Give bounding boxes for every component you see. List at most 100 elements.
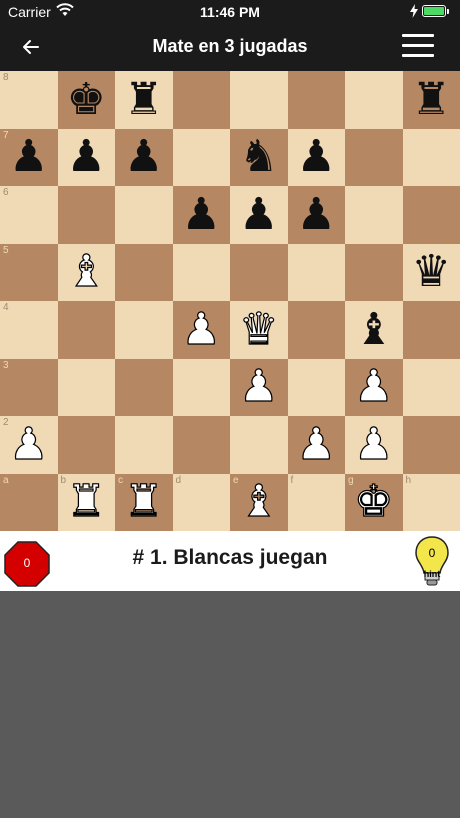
square-g5[interactable] bbox=[345, 243, 403, 301]
square-a2[interactable]: 2 ♟ bbox=[0, 416, 58, 474]
nav-bar: Mate en 3 jugadas bbox=[0, 24, 460, 71]
white-king-icon[interactable]: ♚ bbox=[353, 479, 394, 524]
square-e4[interactable]: ♛ bbox=[230, 301, 288, 359]
square-b4[interactable] bbox=[57, 301, 115, 359]
black-pawn-icon[interactable]: ♟ bbox=[297, 135, 336, 179]
white-bishop-icon[interactable]: ♝ bbox=[238, 479, 279, 524]
square-e1[interactable]: e ♝ bbox=[230, 473, 288, 531]
black-queen-icon[interactable]: ♛ bbox=[412, 250, 451, 294]
white-pawn-icon[interactable]: ♟ bbox=[296, 422, 337, 467]
black-rook-icon[interactable]: ♜ bbox=[124, 77, 163, 122]
square-h7[interactable] bbox=[402, 128, 460, 186]
square-g6[interactable] bbox=[345, 186, 403, 244]
turn-message: # 1. Blancas juegan bbox=[132, 546, 328, 569]
black-bishop-icon[interactable]: ♝ bbox=[354, 307, 393, 352]
square-d7[interactable] bbox=[172, 128, 230, 186]
white-pawn-icon[interactable]: ♟ bbox=[181, 307, 222, 352]
white-pawn-icon[interactable]: ♟ bbox=[8, 422, 49, 467]
square-f6[interactable]: ♟ bbox=[287, 186, 345, 244]
square-b1[interactable]: b ♜ bbox=[57, 473, 115, 531]
square-d3[interactable] bbox=[172, 358, 230, 416]
black-rook-icon[interactable]: ♜ bbox=[412, 77, 451, 122]
square-h3[interactable] bbox=[402, 358, 460, 416]
white-pawn-icon[interactable]: ♟ bbox=[353, 422, 394, 467]
white-rook-icon[interactable]: ♜ bbox=[123, 479, 164, 524]
hamburger-menu-icon[interactable] bbox=[402, 34, 434, 58]
square-c6[interactable] bbox=[115, 186, 173, 244]
white-pawn-icon[interactable]: ♟ bbox=[238, 364, 279, 409]
square-f2[interactable]: ♟ bbox=[287, 416, 345, 474]
white-bishop-icon[interactable]: ♝ bbox=[66, 249, 107, 294]
square-f8[interactable] bbox=[287, 71, 345, 129]
square-a6[interactable]: 6 bbox=[0, 186, 58, 244]
square-e6[interactable]: ♟ bbox=[230, 186, 288, 244]
file-label: c bbox=[118, 474, 123, 486]
square-e8[interactable] bbox=[230, 71, 288, 129]
square-f5[interactable] bbox=[287, 243, 345, 301]
square-b5[interactable]: ♝ bbox=[57, 243, 115, 301]
square-f1[interactable]: f bbox=[287, 473, 345, 531]
square-a1[interactable]: a bbox=[0, 473, 58, 531]
square-g2[interactable]: ♟ bbox=[345, 416, 403, 474]
square-f3[interactable] bbox=[287, 358, 345, 416]
square-g1[interactable]: g ♚ bbox=[345, 473, 403, 531]
square-g4[interactable]: ♝ bbox=[345, 301, 403, 359]
square-e5[interactable] bbox=[230, 243, 288, 301]
square-c1[interactable]: c ♜ bbox=[115, 473, 173, 531]
file-label: e bbox=[233, 474, 239, 486]
square-d5[interactable] bbox=[172, 243, 230, 301]
square-g8[interactable] bbox=[345, 71, 403, 129]
square-d8[interactable] bbox=[172, 71, 230, 129]
square-e2[interactable] bbox=[230, 416, 288, 474]
square-c4[interactable] bbox=[115, 301, 173, 359]
square-c2[interactable] bbox=[115, 416, 173, 474]
chess-board[interactable]: 8 ♚ ♜ ♜ 7 ♟ ♟ ♟ ♞ ♟ 6 ♟ ♟ ♟ 5 ♝ ♛ 4 ♟ ♛ ♝ 3 ♟ ♟ 2 ♟ ♟ ♟ a b ♜ c ♜ d e ♝ f g ♚ h bbox=[0, 71, 460, 531]
black-pawn-icon[interactable]: ♟ bbox=[9, 135, 48, 179]
black-king-icon[interactable]: ♚ bbox=[67, 77, 106, 122]
bottom-area bbox=[0, 591, 460, 818]
square-b6[interactable] bbox=[57, 186, 115, 244]
square-a4[interactable]: 4 bbox=[0, 301, 58, 359]
white-pawn-icon[interactable]: ♟ bbox=[353, 364, 394, 409]
page-title: Mate en 3 jugadas bbox=[152, 36, 308, 56]
square-d6[interactable]: ♟ bbox=[172, 186, 230, 244]
square-c7[interactable]: ♟ bbox=[115, 128, 173, 186]
black-pawn-icon[interactable]: ♟ bbox=[124, 135, 163, 179]
square-a8[interactable]: 8 bbox=[0, 71, 58, 129]
black-pawn-icon[interactable]: ♟ bbox=[239, 192, 278, 237]
black-knight-icon[interactable]: ♞ bbox=[239, 135, 278, 179]
square-f4[interactable] bbox=[287, 301, 345, 359]
square-h5[interactable]: ♛ bbox=[402, 243, 460, 301]
square-h2[interactable] bbox=[402, 416, 460, 474]
square-b2[interactable] bbox=[57, 416, 115, 474]
square-h1[interactable]: h bbox=[402, 473, 460, 531]
square-a7[interactable]: 7 ♟ bbox=[0, 128, 58, 186]
hint-button[interactable]: 0 hint bbox=[414, 535, 450, 589]
square-d2[interactable] bbox=[172, 416, 230, 474]
info-bar: 0 # 1. Blancas juegan 0 hint bbox=[0, 531, 460, 591]
square-d4[interactable]: ♟ bbox=[172, 301, 230, 359]
square-c8[interactable]: ♜ bbox=[115, 71, 173, 129]
white-rook-icon[interactable]: ♜ bbox=[66, 479, 107, 524]
square-h4[interactable] bbox=[402, 301, 460, 359]
square-d1[interactable]: d bbox=[172, 473, 230, 531]
white-queen-icon[interactable]: ♛ bbox=[238, 307, 279, 352]
square-h8[interactable]: ♜ bbox=[402, 71, 460, 129]
black-pawn-icon[interactable]: ♟ bbox=[297, 192, 336, 237]
square-b7[interactable]: ♟ bbox=[57, 128, 115, 186]
black-pawn-icon[interactable]: ♟ bbox=[182, 192, 221, 237]
square-e3[interactable]: ♟ bbox=[230, 358, 288, 416]
square-c5[interactable] bbox=[115, 243, 173, 301]
square-c3[interactable] bbox=[115, 358, 173, 416]
square-a5[interactable]: 5 bbox=[0, 243, 58, 301]
square-f7[interactable]: ♟ bbox=[287, 128, 345, 186]
rank-label: 7 bbox=[3, 129, 9, 141]
square-e7[interactable]: ♞ bbox=[230, 128, 288, 186]
black-pawn-icon[interactable]: ♟ bbox=[67, 135, 106, 179]
square-h6[interactable] bbox=[402, 186, 460, 244]
square-g7[interactable] bbox=[345, 128, 403, 186]
square-b3[interactable] bbox=[57, 358, 115, 416]
square-g3[interactable]: ♟ bbox=[345, 358, 403, 416]
square-b8[interactable]: ♚ bbox=[57, 71, 115, 129]
square-a3[interactable]: 3 bbox=[0, 358, 58, 416]
